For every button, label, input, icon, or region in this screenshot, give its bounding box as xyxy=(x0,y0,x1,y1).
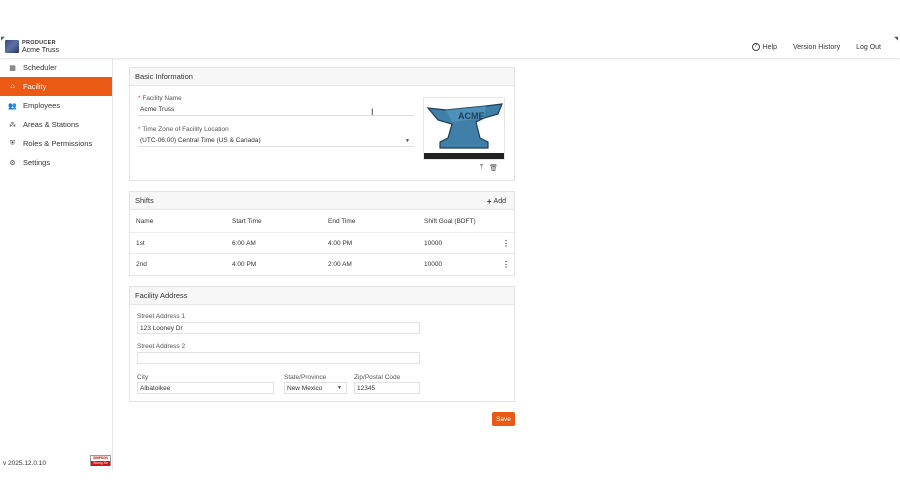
timezone-label: * Time Zone of Facility Location xyxy=(138,126,229,133)
sidebar-item-employees[interactable]: 👥 Employees xyxy=(0,96,112,115)
top-bar: ◤ PRODUCER Acme Truss ? Help Version His… xyxy=(0,0,900,58)
logo-caption-bar xyxy=(424,153,504,159)
timezone-select[interactable]: (UTC-06:00) Central Time (US & Canada) ▼ xyxy=(138,135,414,147)
sidebar-item-settings[interactable]: ⚙ Settings xyxy=(0,153,112,172)
sidebar-item-facility[interactable]: ⌂ Facility xyxy=(0,77,112,96)
zip-label: Zip/Postal Code xyxy=(354,374,401,381)
street1-label: Street Address 1 xyxy=(137,313,186,320)
text-cursor-icon: I xyxy=(371,107,374,117)
table-row[interactable]: 1st 6:00 AM 4:00 PM 10000 ⋮ xyxy=(130,233,514,254)
state-select[interactable]: New Mexico ▼ xyxy=(284,382,347,394)
sidebar-item-label: Employees xyxy=(23,101,61,110)
shifts-card: Shifts + Add Name Start Time End Time Sh… xyxy=(129,191,515,276)
producer-logo-icon xyxy=(5,40,19,53)
sidebar-item-label: Roles & Permissions xyxy=(23,139,93,148)
add-shift-button[interactable]: + Add xyxy=(487,197,506,206)
sidebar: ▦ Scheduler ⌂ Facility 👥 Employees ⁂ Are… xyxy=(0,58,113,470)
upload-icon[interactable]: ⤒ xyxy=(480,164,483,172)
logout-link[interactable]: Log Out xyxy=(856,43,881,51)
timezone-label-text: Time Zone of Facility Location xyxy=(142,126,229,133)
shift-name: 2nd xyxy=(136,261,147,268)
city-input[interactable]: Albatoikee xyxy=(137,382,274,394)
shift-end: 4:00 PM xyxy=(328,239,353,247)
brand-company: Acme Truss xyxy=(22,47,59,54)
required-marker: * xyxy=(138,95,141,102)
city-label: City xyxy=(137,374,149,381)
card-title: Basic Information xyxy=(130,68,514,86)
state-label: State/Province xyxy=(284,374,327,381)
brand-product: PRODUCER xyxy=(22,40,56,46)
facility-name-value: Acme Truss xyxy=(140,106,175,113)
gear-icon: ⚙ xyxy=(9,159,16,167)
logo-actions: ⤒ 🗑 xyxy=(480,164,498,172)
sidebar-item-areas-stations[interactable]: ⁂ Areas & Stations xyxy=(0,115,112,134)
more-options-icon[interactable]: ⋮ xyxy=(502,260,510,269)
help-link[interactable]: ? Help xyxy=(751,43,777,51)
people-icon: 👥 xyxy=(8,102,17,110)
table-header-row: Name Start Time End Time Shift Goal (BDF… xyxy=(130,211,514,233)
trash-icon[interactable]: 🗑 xyxy=(489,164,498,172)
sidebar-item-label: Facility xyxy=(23,82,47,91)
column-header: End Time xyxy=(328,218,356,225)
sidebar-item-label: Scheduler xyxy=(23,63,57,72)
column-header: Name xyxy=(136,218,154,225)
column-header: Start Time xyxy=(232,218,262,225)
shift-goal: 10000 xyxy=(424,261,443,268)
street1-input[interactable]: 123 Looney Dr xyxy=(137,322,420,334)
top-nav: ? Help Version History Log Out xyxy=(751,43,881,51)
shift-end: 2:00 AM xyxy=(328,261,352,268)
sidebar-item-roles-permissions[interactable]: ⛨ Roles & Permissions xyxy=(0,134,112,153)
help-label: Help xyxy=(762,43,777,51)
shift-name: 1st xyxy=(136,239,145,247)
table-row[interactable]: 2nd 4:00 PM 2:00 AM 10000 ⋮ xyxy=(130,254,514,275)
required-marker: * xyxy=(138,126,141,133)
facility-logo-image: ACME xyxy=(423,97,505,160)
anvil-logo-text: ACME xyxy=(458,111,485,121)
list-icon: ▦ xyxy=(9,64,16,72)
city-value: Albatoikee xyxy=(140,384,171,392)
shield-icon: ⛨ xyxy=(9,139,16,147)
version-history-link[interactable]: Version History xyxy=(793,43,840,51)
street2-label: Street Address 2 xyxy=(137,343,186,350)
facility-name-label-text: Facility Name xyxy=(142,95,182,102)
logo-bottom-text: Strong-Tie xyxy=(91,461,110,466)
sidebar-item-label: Areas & Stations xyxy=(23,120,79,129)
simpson-strongtie-logo: SIMPSON Strong-Tie xyxy=(90,455,111,466)
shift-goal: 10000 xyxy=(424,239,443,247)
sidebar-item-scheduler[interactable]: ▦ Scheduler xyxy=(0,58,112,77)
help-icon: ? xyxy=(751,43,760,51)
sidebar-item-label: Settings xyxy=(23,158,51,167)
group-icon: ⁂ xyxy=(9,121,16,129)
home-icon: ⌂ xyxy=(10,83,15,90)
shifts-title: Shifts xyxy=(135,196,154,205)
plus-icon: + xyxy=(486,197,492,206)
facility-name-label: * Facility Name xyxy=(138,95,182,102)
basic-information-card: Basic Information * Facility Name Acme T… xyxy=(129,67,515,181)
card-title: Shifts + Add xyxy=(130,192,514,210)
state-value: New Mexico xyxy=(287,384,323,392)
save-button[interactable]: Save xyxy=(492,412,515,426)
chevron-down-icon: ▼ xyxy=(337,385,342,391)
street2-input[interactable] xyxy=(137,352,420,364)
version-label: v 2025.12.0.10 xyxy=(3,460,47,467)
zip-input[interactable]: 12345 xyxy=(354,382,420,394)
shift-start: 4:00 PM xyxy=(232,261,257,268)
chevron-down-icon: ▼ xyxy=(405,137,410,144)
zip-value: 12345 xyxy=(357,384,376,392)
corner-mark-right-icon: ◥ xyxy=(894,36,898,42)
anvil-icon: ACME xyxy=(426,103,503,149)
column-header: Shift Goal (BDFT) xyxy=(424,218,476,225)
add-label: Add xyxy=(493,198,506,205)
timezone-value: (UTC-06:00) Central Time (US & Canada) xyxy=(140,137,261,144)
card-title: Facility Address xyxy=(130,287,514,305)
shift-start: 6:00 AM xyxy=(232,239,256,247)
more-options-icon[interactable]: ⋮ xyxy=(502,239,510,248)
facility-address-card: Facility Address Street Address 1 123 Lo… xyxy=(129,286,515,402)
street1-value: 123 Looney Dr xyxy=(140,324,183,332)
